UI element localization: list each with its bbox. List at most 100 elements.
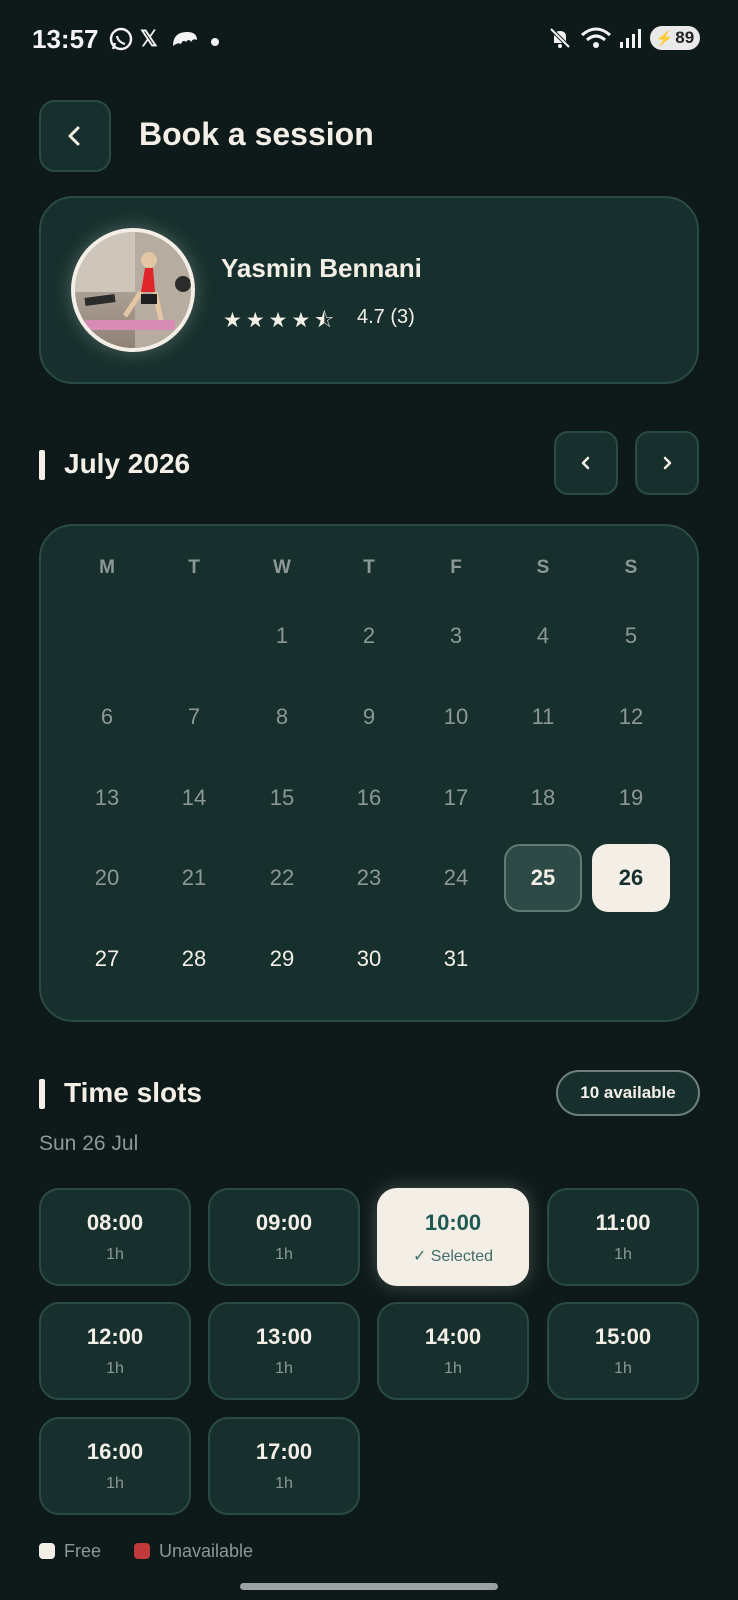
section-accent-bar bbox=[39, 1079, 45, 1109]
time-slot[interactable]: 13:00 1h bbox=[208, 1302, 360, 1400]
dot-icon bbox=[210, 30, 220, 56]
battery-icon: ⚡ 89 bbox=[650, 26, 700, 50]
calendar-day: 11 bbox=[531, 704, 555, 729]
next-month-button[interactable] bbox=[635, 431, 699, 495]
calendar-day: 16 bbox=[356, 785, 382, 810]
prev-month-button[interactable] bbox=[554, 431, 618, 495]
calendar-day[interactable]: 29 bbox=[243, 925, 321, 993]
slot-time: 13:00 bbox=[255, 1324, 313, 1349]
weekday-header: W bbox=[273, 557, 291, 578]
calendar-day[interactable]: 31 bbox=[417, 925, 495, 993]
mute-icon bbox=[548, 26, 572, 56]
calendar-day: 8 bbox=[275, 704, 289, 729]
calendar-day: 1 bbox=[275, 623, 289, 648]
slot-duration: ✓ Selected bbox=[412, 1248, 494, 1265]
calendar-day[interactable]: 27 bbox=[68, 925, 146, 993]
slot-time: 17:00 bbox=[255, 1439, 313, 1464]
calendar-day: 22 bbox=[269, 865, 295, 890]
status-time: 13:57 bbox=[32, 24, 99, 54]
avatar bbox=[71, 228, 195, 352]
slot-time: 16:00 bbox=[86, 1439, 144, 1464]
time-slot[interactable]: 11:00 1h bbox=[547, 1188, 699, 1286]
month-title: July 2026 bbox=[64, 448, 191, 479]
time-slot[interactable]: 09:00 1h bbox=[208, 1188, 360, 1286]
calendar-day: 20 bbox=[94, 865, 120, 890]
calendar-day: 19 bbox=[618, 785, 644, 810]
rating-text: 4.7 (3) bbox=[357, 306, 415, 328]
trainer-name: Yasmin Bennani bbox=[221, 253, 422, 283]
calendar-day: 9 bbox=[362, 704, 376, 729]
calendar-day[interactable]: 30 bbox=[330, 925, 408, 993]
slot-time: 14:00 bbox=[424, 1324, 482, 1349]
slot-duration: 1h bbox=[275, 1360, 293, 1377]
slot-time: 09:00 bbox=[255, 1210, 313, 1235]
chevron-left-icon bbox=[68, 126, 80, 146]
calendar-day: 6 bbox=[100, 704, 114, 729]
slot-duration: 1h bbox=[106, 1360, 124, 1377]
calendar-day: 24 bbox=[443, 865, 469, 890]
weekday-header: M bbox=[99, 557, 115, 578]
slot-duration: 1h bbox=[444, 1360, 462, 1377]
calendar-day: 14 bbox=[181, 785, 207, 810]
slot-duration: 1h bbox=[106, 1475, 124, 1492]
calendar-day: 17 bbox=[443, 785, 469, 810]
slot-duration: 1h bbox=[614, 1360, 632, 1377]
home-indicator[interactable] bbox=[240, 1583, 498, 1590]
time-slot[interactable]: 16:00 1h bbox=[39, 1417, 191, 1515]
page-title: Book a session bbox=[139, 116, 374, 152]
section-accent-bar bbox=[39, 450, 45, 480]
star-rating-icon: ★★★★⯪ bbox=[223, 309, 339, 332]
calendar-day: 7 bbox=[187, 704, 201, 729]
calendar-day: 23 bbox=[356, 865, 382, 890]
slot-duration: 1h bbox=[614, 1246, 632, 1263]
time-slot[interactable]: 15:00 1h bbox=[547, 1302, 699, 1400]
calendar-day: 2 bbox=[362, 623, 376, 648]
calendar-day: 12 bbox=[618, 704, 644, 729]
available-count-badge: 10 available bbox=[556, 1070, 700, 1116]
slot-time: 11:00 bbox=[595, 1210, 651, 1235]
chevron-right-icon bbox=[663, 456, 672, 470]
chevron-left-icon bbox=[581, 456, 590, 470]
time-slot[interactable]: 08:00 1h bbox=[39, 1188, 191, 1286]
calendar-day: 15 bbox=[269, 785, 295, 810]
weekday-header: S bbox=[624, 557, 638, 578]
weekday-header: F bbox=[450, 557, 462, 578]
calendar-day[interactable]: 26 bbox=[592, 844, 670, 912]
wifi-icon bbox=[580, 26, 612, 56]
signal-icon bbox=[618, 26, 642, 56]
calendar-day[interactable]: 25 bbox=[504, 844, 582, 912]
weekday-header: T bbox=[363, 557, 375, 578]
calendar-day: 21 bbox=[181, 865, 207, 890]
slot-time: 10:00 bbox=[424, 1210, 482, 1235]
slot-duration: 1h bbox=[106, 1246, 124, 1263]
slot-time: 12:00 bbox=[86, 1324, 144, 1349]
whatsapp-icon bbox=[108, 26, 134, 58]
legend-free-label: Free bbox=[64, 1541, 102, 1561]
time-slot[interactable]: 14:00 1h bbox=[377, 1302, 529, 1400]
time-slots-title: Time slots bbox=[64, 1077, 202, 1108]
selected-date-label: Sun 26 Jul bbox=[39, 1132, 139, 1155]
weekday-header: S bbox=[536, 557, 550, 578]
cloud-icon bbox=[170, 26, 200, 56]
calendar-day: 10 bbox=[443, 704, 469, 729]
slot-time: 08:00 bbox=[86, 1210, 144, 1235]
battery-level: 89 bbox=[675, 28, 695, 47]
back-button[interactable] bbox=[39, 100, 111, 172]
calendar-day: 13 bbox=[94, 785, 120, 810]
slot-time: 15:00 bbox=[594, 1324, 652, 1349]
calendar-day: 18 bbox=[530, 785, 556, 810]
calendar-day: 4 bbox=[536, 623, 550, 648]
weekday-header: T bbox=[188, 557, 200, 578]
calendar-day: 5 bbox=[624, 623, 638, 648]
time-slot-selected[interactable]: 10:00 ✓ Selected bbox=[377, 1188, 529, 1286]
x-icon: 𝕏 bbox=[140, 26, 158, 51]
legend-unavailable-label: Unavailable bbox=[159, 1541, 254, 1561]
legend-unavailable-swatch bbox=[134, 1543, 150, 1559]
legend-free-swatch bbox=[39, 1543, 55, 1559]
calendar-day[interactable]: 28 bbox=[155, 925, 233, 993]
slot-duration: 1h bbox=[275, 1246, 293, 1263]
time-slot[interactable]: 17:00 1h bbox=[208, 1417, 360, 1515]
time-slot[interactable]: 12:00 1h bbox=[39, 1302, 191, 1400]
calendar-day: 3 bbox=[449, 623, 463, 648]
slot-duration: 1h bbox=[275, 1475, 293, 1492]
